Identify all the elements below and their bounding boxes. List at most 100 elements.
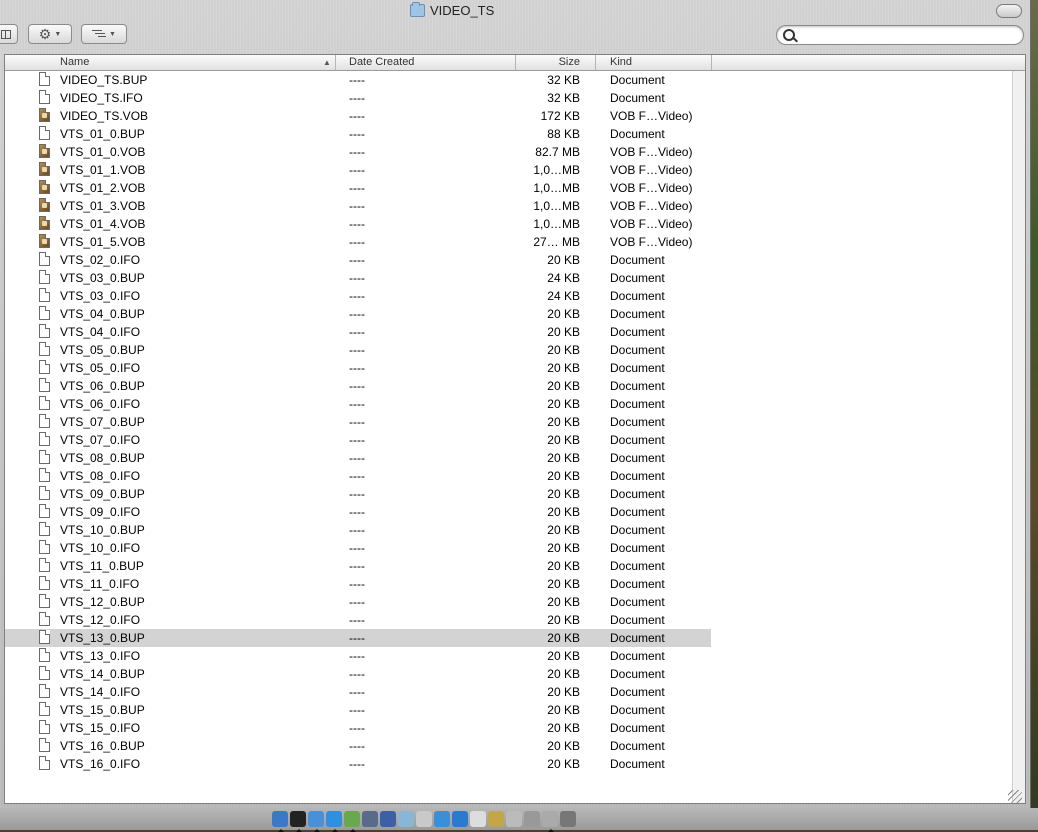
iphoto-icon[interactable] bbox=[362, 811, 378, 827]
file-row[interactable]: VTS_01_3.VOB ---- 1,0…MB VOB F…Video) bbox=[5, 197, 1015, 215]
dvd-icon[interactable] bbox=[416, 811, 432, 827]
file-name: VTS_16_0.IFO bbox=[60, 757, 141, 771]
column-divider[interactable] bbox=[335, 55, 336, 70]
file-kind: VOB F…Video) bbox=[610, 217, 693, 231]
file-row[interactable]: VTS_04_0.BUP ---- 20 KB Document bbox=[5, 305, 1015, 323]
file-kind: Document bbox=[610, 451, 665, 465]
file-name: VTS_07_0.BUP bbox=[60, 415, 145, 429]
dock bbox=[272, 808, 576, 832]
file-row[interactable]: VIDEO_TS.IFO ---- 32 KB Document bbox=[5, 89, 1015, 107]
gear-icon: ⚙ bbox=[38, 26, 52, 42]
file-row[interactable]: VTS_07_0.IFO ---- 20 KB Document bbox=[5, 431, 1015, 449]
file-row[interactable]: VTS_10_0.BUP ---- 20 KB Document bbox=[5, 521, 1015, 539]
file-row[interactable]: VTS_13_0.IFO ---- 20 KB Document bbox=[5, 647, 1015, 665]
file-row[interactable]: VTS_14_0.IFO ---- 20 KB Document bbox=[5, 683, 1015, 701]
file-row[interactable]: VTS_12_0.IFO ---- 20 KB Document bbox=[5, 611, 1015, 629]
title-bar[interactable]: VIDEO_TS bbox=[0, 0, 1030, 22]
file-row[interactable]: VIDEO_TS.VOB ---- 172 KB VOB F…Video) bbox=[5, 107, 1015, 125]
file-row[interactable]: VTS_13_0.BUP ---- 20 KB Document bbox=[5, 629, 711, 647]
file-name: VTS_09_0.IFO bbox=[60, 505, 141, 519]
column-divider[interactable] bbox=[711, 55, 712, 70]
file-row[interactable]: VTS_15_0.IFO ---- 20 KB Document bbox=[5, 719, 1015, 737]
action-menu-button[interactable]: ⚙ ▼ bbox=[28, 24, 72, 44]
file-row[interactable]: VTS_11_0.IFO ---- 20 KB Document bbox=[5, 575, 1015, 593]
system-icon[interactable] bbox=[542, 811, 558, 832]
view-mode-button[interactable] bbox=[0, 24, 18, 44]
safari-icon[interactable] bbox=[452, 811, 468, 827]
file-row[interactable]: VTS_03_0.BUP ---- 24 KB Document bbox=[5, 269, 1015, 287]
file-row[interactable]: VTS_05_0.BUP ---- 20 KB Document bbox=[5, 341, 1015, 359]
file-row[interactable]: VTS_04_0.IFO ---- 20 KB Document bbox=[5, 323, 1015, 341]
mail-icon[interactable] bbox=[308, 811, 324, 832]
file-row[interactable]: VTS_01_2.VOB ---- 1,0…MB VOB F…Video) bbox=[5, 179, 1015, 197]
resize-handle-icon[interactable] bbox=[1008, 790, 1022, 804]
file-row[interactable]: VTS_02_0.IFO ---- 20 KB Document bbox=[5, 251, 1015, 269]
itunes-icon[interactable] bbox=[344, 811, 360, 832]
file-size: 20 KB bbox=[547, 613, 580, 627]
app-icon[interactable] bbox=[506, 811, 522, 827]
preview-icon[interactable] bbox=[398, 811, 414, 827]
file-row[interactable]: VTS_07_0.BUP ---- 20 KB Document bbox=[5, 413, 1015, 431]
ichat-icon[interactable] bbox=[326, 811, 342, 832]
arrange-icon bbox=[92, 29, 107, 39]
file-row[interactable]: VTS_16_0.IFO ---- 20 KB Document bbox=[5, 755, 1015, 773]
toolbar-toggle-button[interactable] bbox=[996, 4, 1022, 18]
arrange-menu-button[interactable]: ▼ bbox=[81, 24, 127, 44]
column-header-size[interactable]: Size bbox=[505, 56, 580, 69]
file-row[interactable]: VTS_06_0.IFO ---- 20 KB Document bbox=[5, 395, 1015, 413]
file-name: VTS_01_0.BUP bbox=[60, 127, 145, 141]
file-row[interactable]: VTS_08_0.IFO ---- 20 KB Document bbox=[5, 467, 1015, 485]
file-row[interactable]: VIDEO_TS.BUP ---- 32 KB Document bbox=[5, 71, 1015, 89]
imovie-icon[interactable] bbox=[380, 811, 396, 827]
file-kind: Document bbox=[610, 361, 665, 375]
dashboard-icon[interactable] bbox=[290, 811, 306, 832]
file-row[interactable]: VTS_10_0.IFO ---- 20 KB Document bbox=[5, 539, 1015, 557]
file-size: 20 KB bbox=[547, 397, 580, 411]
file-row[interactable]: VTS_01_5.VOB ---- 27… MB VOB F…Video) bbox=[5, 233, 1015, 251]
file-name: VTS_10_0.BUP bbox=[60, 523, 145, 537]
file-row[interactable]: VTS_05_0.IFO ---- 20 KB Document bbox=[5, 359, 1015, 377]
search-input[interactable] bbox=[799, 27, 1013, 44]
trash-icon[interactable] bbox=[560, 811, 576, 827]
file-row[interactable]: VTS_12_0.BUP ---- 20 KB Document bbox=[5, 593, 1015, 611]
file-row[interactable]: VTS_16_0.BUP ---- 20 KB Document bbox=[5, 737, 1015, 755]
document-icon bbox=[39, 90, 50, 104]
column-divider[interactable] bbox=[595, 55, 596, 70]
file-row[interactable]: VTS_03_0.IFO ---- 24 KB Document bbox=[5, 287, 1015, 305]
file-name: VIDEO_TS.BUP bbox=[60, 73, 148, 87]
column-header-date-created[interactable]: Date Created bbox=[349, 56, 414, 69]
vertical-scrollbar[interactable] bbox=[1012, 71, 1025, 803]
file-row[interactable]: VTS_06_0.BUP ---- 20 KB Document bbox=[5, 377, 1015, 395]
file-row[interactable]: VTS_14_0.BUP ---- 20 KB Document bbox=[5, 665, 1015, 683]
file-name: VTS_11_0.BUP bbox=[60, 559, 144, 573]
column-header-kind[interactable]: Kind bbox=[610, 56, 632, 69]
quicktime-icon[interactable] bbox=[434, 811, 450, 827]
utility-icon[interactable] bbox=[524, 811, 540, 827]
file-size: 20 KB bbox=[547, 541, 580, 555]
document-icon bbox=[39, 738, 50, 752]
search-field[interactable] bbox=[776, 25, 1024, 45]
pages-icon[interactable] bbox=[470, 811, 486, 827]
file-row[interactable]: VTS_01_1.VOB ---- 1,0…MB VOB F…Video) bbox=[5, 161, 1015, 179]
file-row[interactable]: VTS_01_0.BUP ---- 88 KB Document bbox=[5, 125, 1015, 143]
file-date-created: ---- bbox=[349, 469, 365, 483]
folder-icon bbox=[410, 2, 425, 17]
file-row[interactable]: VTS_11_0.BUP ---- 20 KB Document bbox=[5, 557, 1015, 575]
file-row[interactable]: VTS_15_0.BUP ---- 20 KB Document bbox=[5, 701, 1015, 719]
file-size: 20 KB bbox=[547, 505, 580, 519]
finder-icon[interactable] bbox=[272, 811, 288, 832]
file-kind: Document bbox=[610, 595, 665, 609]
file-row[interactable]: VTS_01_0.VOB ---- 82.7 MB VOB F…Video) bbox=[5, 143, 1015, 161]
file-row[interactable]: VTS_09_0.IFO ---- 20 KB Document bbox=[5, 503, 1015, 521]
file-row[interactable]: VTS_08_0.BUP ---- 20 KB Document bbox=[5, 449, 1015, 467]
file-kind: Document bbox=[610, 307, 665, 321]
file-name: VTS_15_0.BUP bbox=[60, 703, 145, 717]
file-size: 20 KB bbox=[547, 577, 580, 591]
file-kind: VOB F…Video) bbox=[610, 199, 693, 213]
grapher-icon[interactable] bbox=[488, 811, 504, 827]
file-row[interactable]: VTS_01_4.VOB ---- 1,0…MB VOB F…Video) bbox=[5, 215, 1015, 233]
file-date-created: ---- bbox=[349, 739, 365, 753]
finder-window: VIDEO_TS ⚙ ▼ ▼ Name ▲ Date Created Size … bbox=[0, 0, 1031, 808]
column-header-name[interactable]: Name bbox=[60, 56, 89, 69]
file-row[interactable]: VTS_09_0.BUP ---- 20 KB Document bbox=[5, 485, 1015, 503]
